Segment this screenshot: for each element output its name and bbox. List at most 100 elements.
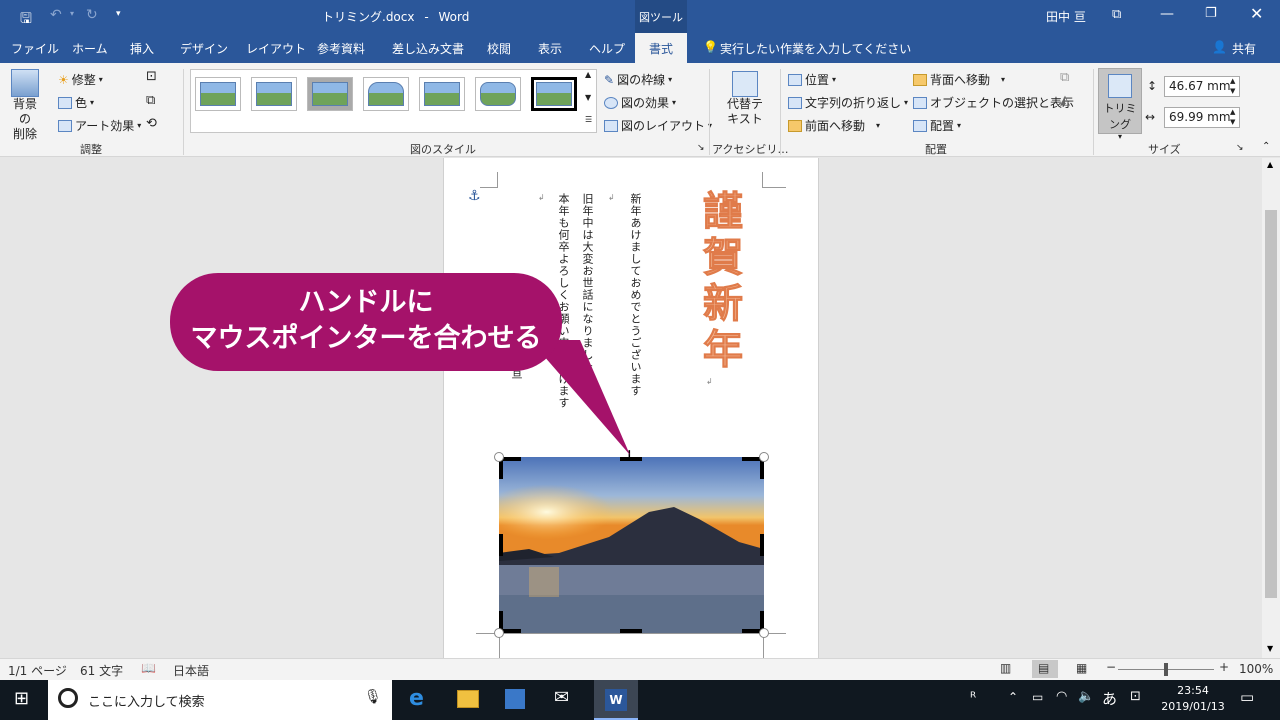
- page-count[interactable]: 1/1 ページ: [8, 662, 67, 679]
- change-picture-icon[interactable]: ⧉: [146, 93, 155, 108]
- people-icon[interactable]: ᴿ: [970, 690, 976, 706]
- picture-style-1[interactable]: [195, 77, 241, 111]
- tab-format[interactable]: 書式: [635, 33, 687, 63]
- align-button[interactable]: 配置 ▾: [913, 117, 961, 134]
- picture-style-5[interactable]: [419, 77, 465, 111]
- save-icon[interactable]: 🖫: [20, 8, 32, 32]
- scroll-up-icon[interactable]: ▲: [1267, 160, 1273, 169]
- battery-icon[interactable]: ▭: [1032, 690, 1043, 704]
- tab-review[interactable]: 校閲: [487, 40, 511, 57]
- dialog-launcher-icon[interactable]: ↘: [1236, 143, 1244, 153]
- resize-handle[interactable]: [494, 452, 504, 462]
- width-spinner[interactable]: ▲ ▼: [1230, 107, 1235, 127]
- picture-style-2[interactable]: [251, 77, 297, 111]
- scroll-down-icon[interactable]: ▼: [1267, 644, 1273, 653]
- vertical-scrollbar[interactable]: ▲ ▼: [1262, 158, 1280, 658]
- selected-picture[interactable]: [499, 457, 764, 633]
- dialog-launcher-icon[interactable]: ↘: [697, 143, 705, 153]
- alt-text-button[interactable]: 代替テ キスト: [724, 71, 766, 127]
- resize-handle[interactable]: [759, 452, 769, 462]
- maximize-icon[interactable]: ❐: [1205, 6, 1217, 21]
- user-name[interactable]: 田中 亘: [1046, 8, 1086, 25]
- minimize-icon[interactable]: —: [1160, 6, 1174, 22]
- height-input[interactable]: 46.67 mm: [1164, 76, 1240, 97]
- close-icon[interactable]: ✕: [1250, 4, 1263, 23]
- tab-help[interactable]: ヘルプ: [589, 40, 625, 57]
- picture-effects-button[interactable]: 図の効果 ▾: [604, 94, 676, 111]
- read-mode-icon[interactable]: ▥: [1000, 661, 1011, 675]
- resize-handle[interactable]: [759, 628, 769, 638]
- share-button[interactable]: 共有: [1232, 40, 1256, 57]
- notification-icon[interactable]: ▭: [1240, 688, 1254, 706]
- remove-background-button[interactable]: 背景の 削除: [8, 69, 42, 142]
- file-explorer-icon[interactable]: [457, 690, 479, 708]
- picture-style-3[interactable]: [307, 77, 353, 111]
- taskbar-search-box[interactable]: ここに入力して検索 🎙: [48, 680, 392, 720]
- ime-indicator[interactable]: あ: [1102, 688, 1117, 709]
- gallery-more-icon[interactable]: ☰: [585, 115, 592, 124]
- picture-border-button[interactable]: ✎ 図の枠線 ▾: [604, 71, 672, 88]
- position-button[interactable]: 位置 ▾: [788, 71, 836, 88]
- width-input[interactable]: 69.99 mm: [1164, 107, 1240, 128]
- tab-layout[interactable]: レイアウト: [246, 40, 306, 57]
- ime-mode-icon[interactable]: ⊡: [1130, 689, 1141, 704]
- bring-forward-button[interactable]: 前面へ移動 ▾: [788, 117, 880, 134]
- artistic-effects-button[interactable]: アート効果 ▾: [58, 117, 141, 134]
- picture-style-4[interactable]: [363, 77, 409, 111]
- tab-references[interactable]: 参考資料: [317, 40, 365, 57]
- crop-handle-bottom[interactable]: [620, 629, 642, 633]
- word-count[interactable]: 61 文字: [80, 662, 123, 679]
- picture-layout-button[interactable]: 図のレイアウト ▾: [604, 117, 712, 134]
- undo-icon[interactable]: ↶: [50, 7, 62, 23]
- word-taskbar-button[interactable]: W: [594, 680, 638, 720]
- show-hidden-icons[interactable]: ⌃: [1008, 690, 1018, 704]
- microphone-icon[interactable]: 🎙: [364, 689, 382, 705]
- ribbon-display-icon[interactable]: ⧉: [1112, 7, 1121, 22]
- crop-button[interactable]: トリミング ▾: [1098, 68, 1142, 141]
- picture-style-6[interactable]: [475, 77, 521, 111]
- rotate-icon[interactable]: ◭: [1060, 93, 1070, 108]
- zoom-out-icon[interactable]: −: [1106, 660, 1116, 674]
- compress-pictures-icon[interactable]: ⊡: [146, 69, 157, 84]
- zoom-in-icon[interactable]: +: [1219, 660, 1229, 674]
- language[interactable]: 日本語: [173, 662, 209, 679]
- edge-icon[interactable]: e: [409, 686, 424, 711]
- tab-view[interactable]: 表示: [538, 40, 562, 57]
- scroll-thumb[interactable]: [1265, 210, 1277, 598]
- gallery-up-icon[interactable]: ▲: [585, 70, 591, 79]
- tab-insert[interactable]: 挿入: [130, 40, 154, 57]
- wrap-text-button[interactable]: 文字列の折り返し ▾: [788, 94, 908, 111]
- store-icon[interactable]: [505, 689, 525, 709]
- undo-dropdown-icon[interactable]: ▾: [70, 9, 74, 18]
- tab-design[interactable]: デザイン: [180, 40, 228, 57]
- gallery-down-icon[interactable]: ▼: [585, 93, 591, 102]
- resize-handle[interactable]: [494, 628, 504, 638]
- picture-style-7[interactable]: [531, 77, 577, 111]
- tab-home[interactable]: ホーム: [72, 40, 108, 57]
- share-icon[interactable]: 👤: [1212, 40, 1227, 54]
- mail-icon[interactable]: ✉: [554, 687, 569, 708]
- web-layout-icon[interactable]: ▦: [1076, 661, 1087, 675]
- redo-icon[interactable]: ↻: [86, 7, 98, 23]
- clock[interactable]: 23:54 2019/01/13: [1160, 683, 1226, 715]
- reset-picture-icon[interactable]: ⟲: [146, 116, 157, 131]
- tell-me-box[interactable]: 実行したい作業を入力してください: [720, 40, 911, 57]
- height-spinner[interactable]: ▲ ▼: [1230, 76, 1235, 96]
- wifi-icon[interactable]: ◠: [1056, 689, 1067, 704]
- send-backward-button[interactable]: 背面へ移動 ▾: [913, 71, 1005, 88]
- zoom-level[interactable]: 100%: [1239, 662, 1273, 676]
- selection-pane-button[interactable]: オブジェクトの選択と表示: [913, 94, 1074, 111]
- proofing-icon[interactable]: 📖: [141, 661, 156, 675]
- crop-handle-left[interactable]: [499, 534, 503, 556]
- tab-file[interactable]: ファイル: [11, 40, 59, 57]
- crop-handle-right[interactable]: [760, 534, 764, 556]
- volume-icon[interactable]: 🔈: [1078, 689, 1094, 704]
- zoom-slider-thumb[interactable]: [1164, 663, 1168, 676]
- collapse-ribbon-icon[interactable]: ⌃: [1262, 141, 1270, 152]
- color-button[interactable]: 色 ▾: [58, 94, 94, 111]
- corrections-button[interactable]: ☀ 修整 ▾: [58, 71, 103, 88]
- customize-qat-icon[interactable]: ▾: [116, 9, 121, 19]
- tab-mailings[interactable]: 差し込み文書: [392, 40, 464, 57]
- group-icon[interactable]: ⧉: [1060, 70, 1069, 85]
- windows-start-icon[interactable]: ⊞: [14, 688, 29, 709]
